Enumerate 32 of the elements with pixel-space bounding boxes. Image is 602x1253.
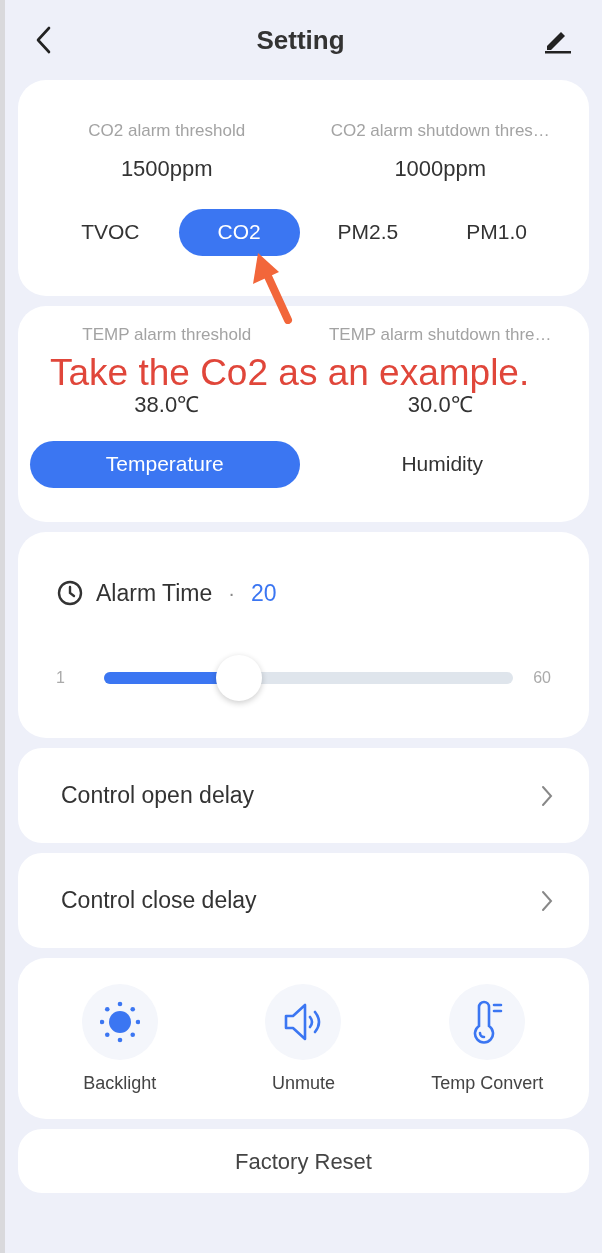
threshold-label: CO2 alarm shutdown thres… (330, 120, 550, 142)
factory-reset-button[interactable]: Factory Reset (18, 1129, 589, 1193)
slider-thumb[interactable] (216, 654, 263, 701)
separator-dot: · (227, 581, 236, 607)
chevron-icon (541, 889, 553, 912)
menu-row[interactable]: Control close delay (18, 853, 589, 948)
threshold-label: TEMP alarm shutdown thre… (328, 324, 552, 346)
clock-icon (56, 579, 84, 608)
alarm-time-value: 20 (250, 579, 277, 608)
sun-icon (99, 1000, 140, 1044)
toggle-label: Unmute (271, 1072, 335, 1095)
threshold-label: TEMP alarm threshold (82, 324, 252, 346)
tab[interactable]: PM2.5 (307, 208, 429, 256)
tab[interactable]: PM1.0 (436, 208, 557, 256)
annotation-text: Take the Co2 as an example. (50, 354, 530, 391)
tab[interactable]: TVOC (50, 208, 171, 256)
tab[interactable]: Temperature (30, 440, 300, 488)
menu-row[interactable]: Control open delay (18, 748, 589, 843)
page-title: Setting (256, 23, 345, 57)
toggle-label: Backlight (83, 1072, 157, 1095)
threshold-value: 1500ppm (120, 154, 213, 183)
threshold-value: 30.0℃ (407, 391, 473, 419)
slider-min: 1 (56, 667, 66, 688)
threshold-label: CO2 alarm threshold (88, 120, 246, 142)
tab[interactable]: CO2 (178, 208, 300, 256)
slider-max: 60 (533, 667, 551, 688)
alarm-time-label: Alarm Time (96, 579, 213, 608)
threshold-value: 1000ppm (394, 154, 487, 183)
chevron-icon (541, 784, 553, 807)
toggle-label: Temp Convert (431, 1072, 544, 1095)
tab[interactable]: Humidity (307, 440, 577, 488)
threshold-value: 38.0℃ (134, 390, 200, 419)
